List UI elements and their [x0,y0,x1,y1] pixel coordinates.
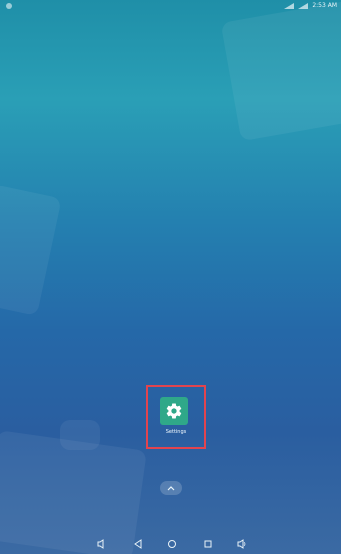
volume-down-button[interactable] [96,538,108,550]
app-drawer-handle[interactable] [160,481,182,495]
wallpaper-shape [60,420,100,450]
volume-down-icon [97,539,104,549]
wifi-icon [298,3,309,9]
status-right-group: 2:53 AM [284,0,337,12]
navigation-bar [0,534,341,554]
wallpaper-shape [0,184,62,316]
app-shortcut-settings[interactable]: Settings [146,385,206,449]
status-time: 2:53 AM [312,2,337,9]
notification-icon [6,3,12,9]
home-icon [168,540,176,548]
gear-icon[interactable] [160,397,188,425]
home-screen: 2:53 AM Settings [0,0,341,554]
signal-icon [284,3,295,9]
back-button[interactable] [132,538,144,550]
home-button[interactable] [166,538,178,550]
status-bar: 2:53 AM [0,0,341,12]
volume-up-button[interactable] [236,538,248,550]
recents-icon [204,540,212,548]
volume-up-icon [237,539,246,549]
back-icon [134,539,142,549]
recents-button[interactable] [202,538,214,550]
app-label-settings: Settings [165,429,187,435]
chevron-up-icon [167,486,175,491]
gear-icon-glyph [166,403,182,419]
wallpaper-shape [220,0,341,142]
